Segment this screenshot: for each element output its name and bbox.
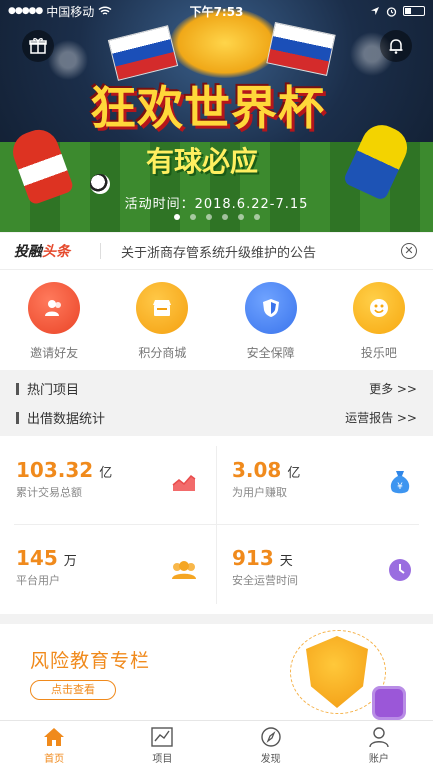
risk-title: 风险教育专栏 bbox=[30, 650, 151, 672]
stat-users: 145 万 平台用户 bbox=[16, 546, 216, 616]
pager-dot[interactable] bbox=[253, 214, 260, 220]
compass-icon bbox=[260, 727, 281, 747]
gift-icon bbox=[29, 38, 47, 54]
tab-label: 项目 bbox=[152, 754, 173, 765]
pager-dot[interactable] bbox=[237, 214, 244, 220]
tab-home[interactable]: 首页 bbox=[0, 721, 108, 769]
pager-dot[interactable] bbox=[221, 214, 228, 220]
football-icon bbox=[90, 174, 110, 194]
stat-unit: 万 bbox=[63, 554, 77, 569]
quick-item-label: 投乐吧 bbox=[360, 346, 397, 360]
tab-account[interactable]: 账户 bbox=[325, 721, 433, 769]
user-icon bbox=[369, 727, 389, 748]
quick-item-label: 积分商城 bbox=[138, 346, 187, 360]
money-bag-icon: ¥ bbox=[386, 468, 414, 496]
section-title: 出借数据统计 bbox=[27, 412, 106, 427]
quick-item-label: 安全保障 bbox=[246, 346, 295, 360]
stat-value: 103.32 bbox=[16, 458, 94, 482]
store-icon bbox=[136, 282, 189, 334]
tab-label: 发现 bbox=[260, 754, 281, 765]
stat-value: 913 bbox=[232, 546, 274, 570]
section-lending-stats: 出借数据统计 运营报告 >> bbox=[0, 403, 433, 432]
stat-total-volume: 103.32 亿 累计交易总额 bbox=[16, 458, 216, 528]
quick-item-label: 邀请好友 bbox=[30, 346, 79, 360]
gift-button[interactable] bbox=[22, 30, 54, 62]
promo-banner[interactable]: 狂欢世界杯 有球必应 活动时间：2018.6.22-7.15 bbox=[0, 0, 433, 232]
floating-action-button[interactable] bbox=[372, 686, 406, 720]
stat-earned: 3.08 亿 为用户赚取 ¥ bbox=[232, 458, 432, 528]
brand-part-b: 头条 bbox=[42, 244, 70, 260]
tab-projects[interactable]: 项目 bbox=[108, 721, 216, 769]
pager-dot[interactable] bbox=[173, 214, 180, 220]
quick-item-security[interactable]: 安全保障 bbox=[217, 270, 325, 370]
shield-icon bbox=[244, 282, 297, 334]
tab-label: 账户 bbox=[368, 754, 389, 765]
quick-item-fun[interactable]: 投乐吧 bbox=[325, 270, 433, 370]
bottom-tab-bar: 首页 项目 发现 账户 bbox=[0, 720, 433, 769]
pager-dot[interactable] bbox=[189, 214, 196, 220]
tab-discover[interactable]: 发现 bbox=[217, 721, 325, 769]
home-icon bbox=[44, 728, 65, 746]
view-button[interactable]: 点击查看 bbox=[30, 680, 116, 700]
pager-dot[interactable] bbox=[205, 214, 212, 220]
more-link[interactable]: 更多 >> bbox=[369, 380, 417, 397]
notice-text[interactable]: 关于浙商存管系统升级维护的公告 bbox=[121, 242, 316, 261]
notice-bar[interactable]: 投融头条 关于浙商存管系统升级维护的公告 ✕ bbox=[0, 233, 433, 270]
svg-text:¥: ¥ bbox=[397, 482, 403, 492]
quick-menu: 邀请好友 积分商城 安全保障 投乐吧 bbox=[0, 270, 433, 370]
risk-education-card[interactable]: 风险教育专栏 点击查看 bbox=[0, 624, 433, 720]
operations-report-link[interactable]: 运营报告 >> bbox=[345, 409, 417, 426]
users-icon bbox=[28, 282, 81, 334]
bell-icon bbox=[389, 39, 403, 54]
stat-value: 145 bbox=[16, 546, 58, 570]
banner-pager[interactable] bbox=[0, 214, 433, 220]
status-bar: ●●●●● 中国移动 下午7:53 bbox=[0, 0, 433, 22]
smiley-icon bbox=[352, 282, 405, 334]
stat-unit: 天 bbox=[279, 554, 293, 569]
section-hot-projects: 热门项目 更多 >> bbox=[0, 374, 433, 403]
battery-icon bbox=[403, 6, 425, 16]
notice-brand-logo: 投融头条 bbox=[14, 241, 70, 261]
quick-item-store[interactable]: 积分商城 bbox=[108, 270, 216, 370]
banner-headline: 狂欢世界杯 bbox=[90, 81, 325, 135]
close-icon[interactable]: ✕ bbox=[401, 243, 417, 259]
tab-label: 首页 bbox=[44, 754, 65, 765]
status-time: 下午7:53 bbox=[189, 4, 244, 19]
stats-grid: 103.32 亿 累计交易总额 3.08 亿 为用户赚取 ¥ 145 万 平台用户 9… bbox=[0, 436, 433, 614]
brand-part-a: 投融 bbox=[14, 244, 42, 260]
notice-divider bbox=[100, 243, 101, 259]
section-marker bbox=[16, 411, 19, 424]
quick-item-invite[interactable]: 邀请好友 bbox=[0, 270, 108, 370]
stat-value: 3.08 bbox=[232, 458, 282, 482]
stat-unit: 亿 bbox=[99, 466, 113, 481]
section-marker bbox=[16, 382, 19, 395]
divider bbox=[216, 446, 217, 604]
section-title: 热门项目 bbox=[27, 383, 80, 398]
stat-operating-days: 913 天 安全运营时间 bbox=[232, 546, 432, 616]
stat-unit: 亿 bbox=[287, 466, 301, 481]
banner-subheadline: 有球必应 bbox=[146, 145, 259, 178]
chart-icon bbox=[151, 727, 174, 747]
notifications-button[interactable] bbox=[380, 30, 412, 62]
clock-icon bbox=[386, 556, 414, 584]
users-group-icon bbox=[170, 556, 198, 584]
trend-chart-icon bbox=[170, 468, 198, 496]
banner-date: 活动时间：2018.6.22-7.15 bbox=[124, 197, 309, 212]
